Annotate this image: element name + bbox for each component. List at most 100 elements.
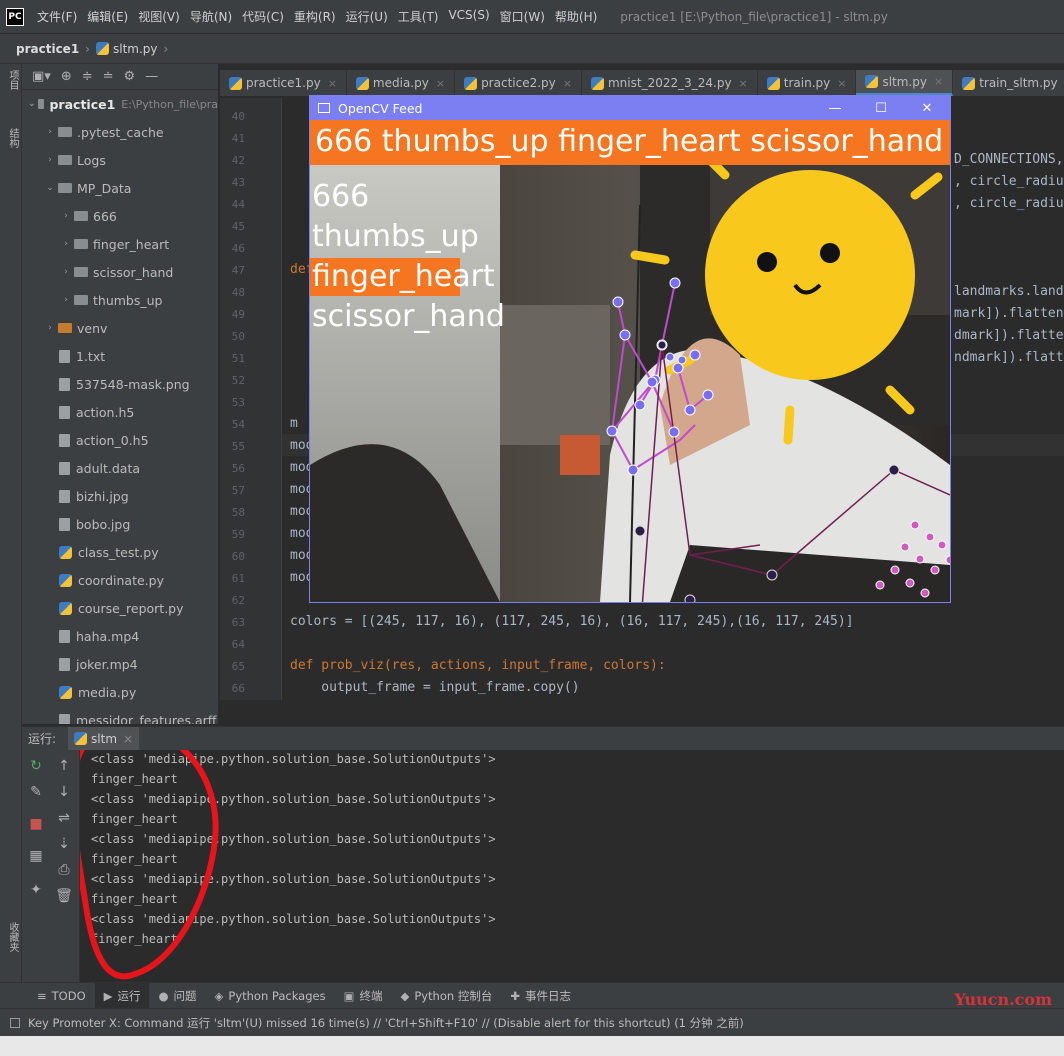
tree-item[interactable]: messidor_features.arff	[22, 706, 218, 724]
code-fragment: ndmark]).flatt	[954, 350, 1064, 365]
tree-item[interactable]: class_test.py	[22, 538, 218, 566]
file-icon	[59, 629, 70, 643]
tree-item[interactable]: › 666	[22, 202, 218, 230]
trash-icon[interactable]: 🗑	[50, 888, 78, 904]
tree-item[interactable]: › Logs	[22, 146, 218, 174]
menu-item[interactable]: 窗口(W)	[495, 8, 550, 25]
line-number: 54	[231, 418, 245, 431]
tree-item[interactable]: action.h5	[22, 398, 218, 426]
tree-item[interactable]: ⌄ MP_Data	[22, 174, 218, 202]
close-icon[interactable]: ×	[563, 77, 572, 90]
status-square-icon[interactable]	[10, 1017, 20, 1028]
tree-item[interactable]: › scissor_hand	[22, 258, 218, 286]
line-number: 58	[231, 506, 245, 519]
line-number: 42	[231, 154, 245, 167]
status-message[interactable]: Key Promoter X: Command 运行 'sltm'(U) mis…	[28, 1015, 744, 1031]
tree-item[interactable]: course_report.py	[22, 594, 218, 622]
tree-item[interactable]: 537548-mask.png	[22, 370, 218, 398]
bottom-tool-button[interactable]: ▣ 终端	[335, 983, 392, 1009]
window-title: practice1 [E:\Python_file\practice1] - s…	[620, 9, 888, 24]
stop-icon[interactable]: ■	[22, 816, 50, 832]
line-number: 57	[231, 484, 245, 497]
run-console[interactable]: <class 'mediapipe.python.solution_base.S…	[80, 750, 1064, 982]
favorites-tool-tab[interactable]: 收藏夹	[2, 922, 20, 952]
menu-item[interactable]: VCS(S)	[443, 8, 494, 25]
collapse-all-icon[interactable]: ≐	[103, 69, 114, 84]
hide-icon[interactable]: —	[145, 69, 158, 84]
close-icon[interactable]: ×	[436, 77, 445, 90]
bottom-tool-button[interactable]: ✚ 事件日志	[501, 983, 580, 1009]
editor-tab[interactable]: practice1.py ×	[220, 70, 347, 96]
print-icon[interactable]: ⎙	[50, 862, 78, 878]
editor-tab[interactable]: train.py ×	[758, 70, 857, 96]
bottom-tool-button[interactable]: ◆ Python 控制台	[391, 983, 501, 1009]
tree-item-label: action.h5	[76, 404, 135, 420]
close-icon[interactable]: ×	[837, 77, 846, 90]
tree-item[interactable]: coordinate.py	[22, 566, 218, 594]
menu-item[interactable]: 工具(T)	[393, 8, 444, 25]
tree-item[interactable]: adult.data	[22, 454, 218, 482]
editor-tab[interactable]: train_sltm.py×	[953, 70, 1064, 96]
breadcrumb-project[interactable]: practice1	[16, 42, 79, 56]
structure-tool-tab[interactable]: 结构	[2, 128, 20, 148]
tree-item[interactable]: › thumbs_up	[22, 286, 218, 314]
pin-icon[interactable]: ✦	[22, 882, 50, 898]
expand-all-icon[interactable]: ≑	[82, 69, 93, 84]
soft-wrap-icon[interactable]: ⇌	[50, 810, 78, 826]
tree-item[interactable]: › .pytest_cache	[22, 118, 218, 146]
tree-item[interactable]: 1.txt	[22, 342, 218, 370]
menu-item[interactable]: 编辑(E)	[82, 8, 133, 25]
rerun-icon[interactable]: ↻	[22, 758, 50, 774]
gear-icon[interactable]: ⚙	[124, 69, 136, 84]
close-icon[interactable]: ×	[328, 77, 337, 90]
close-icon[interactable]: ×	[934, 75, 943, 88]
file-icon	[59, 489, 70, 503]
opencv-window[interactable]: OpenCV Feed — ☐ ✕ 666 thumbs_up finger_h…	[309, 95, 951, 603]
menu-item[interactable]: 视图(V)	[133, 8, 185, 25]
menu-item[interactable]: 导航(N)	[185, 8, 237, 25]
down-arrow-icon[interactable]: ↓	[50, 784, 78, 800]
tree-item[interactable]: bobo.jpg	[22, 510, 218, 538]
minimize-button[interactable]: —	[812, 101, 858, 116]
menu-item[interactable]: 帮助(H)	[550, 8, 602, 25]
editor-tab[interactable]: media.py ×	[347, 70, 456, 96]
tree-item[interactable]: joker.mp4	[22, 650, 218, 678]
menu-item[interactable]: 重构(R)	[289, 8, 341, 25]
wrench-icon[interactable]: ✎	[22, 784, 50, 800]
breadcrumb-file[interactable]: sltm.py	[113, 42, 158, 56]
menu-item[interactable]: 代码(C)	[237, 8, 289, 25]
run-tab-sltm[interactable]: sltm ×	[68, 726, 140, 751]
editor-tab[interactable]: practice2.py ×	[455, 70, 582, 96]
chevron-down-icon: ⌄	[28, 99, 36, 109]
tree-item[interactable]: › finger_heart	[22, 230, 218, 258]
tree-root[interactable]: ⌄ practice1 E:\Python_file\pra	[22, 90, 218, 118]
line-number: 46	[231, 242, 245, 255]
tree-item[interactable]: action_0.h5	[22, 426, 218, 454]
bottom-tool-button[interactable]: ▶ 运行	[94, 982, 150, 1009]
bottom-tool-button[interactable]: ● 问题	[149, 983, 205, 1009]
close-button[interactable]: ✕	[904, 101, 950, 116]
menu-item[interactable]: 文件(F)	[32, 8, 82, 25]
python-file-icon	[355, 76, 369, 90]
close-icon[interactable]: ×	[739, 77, 748, 90]
project-tool-tab[interactable]: 项目	[2, 70, 20, 90]
tree-item[interactable]: › venv	[22, 314, 218, 342]
tree-item[interactable]: media.py	[22, 678, 218, 706]
layout-icon[interactable]: ▦	[22, 848, 50, 864]
tree-item[interactable]: haha.mp4	[22, 622, 218, 650]
locate-icon[interactable]: ⊕	[61, 69, 72, 84]
up-arrow-icon[interactable]: ↑	[50, 758, 78, 774]
maximize-button[interactable]: ☐	[858, 101, 904, 116]
bottom-tool-button[interactable]: ≡ TODO	[28, 983, 95, 1009]
project-view-icon[interactable]: ▣▾	[32, 69, 51, 84]
tree-item[interactable]: bizhi.jpg	[22, 482, 218, 510]
tree-item-label: adult.data	[76, 460, 141, 476]
bottom-tool-button[interactable]: ◈ Python Packages	[206, 983, 335, 1009]
editor-tab[interactable]: mnist_2022_3_24.py ×	[582, 70, 758, 96]
editor-tab[interactable]: sltm.py ×	[856, 70, 954, 96]
chevron-right-icon: ›	[64, 211, 68, 221]
bottom-tool-label: TODO	[51, 988, 86, 1003]
close-icon[interactable]: ×	[123, 732, 133, 746]
menu-item[interactable]: 运行(U)	[341, 8, 393, 25]
scroll-end-icon[interactable]: ⇣	[50, 836, 78, 852]
